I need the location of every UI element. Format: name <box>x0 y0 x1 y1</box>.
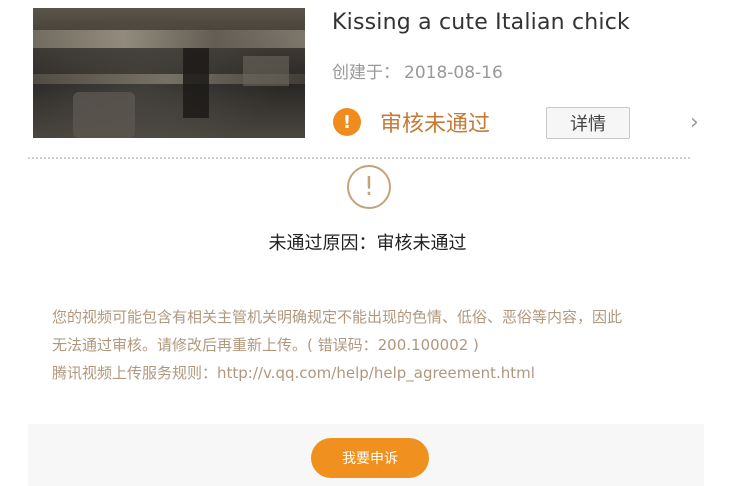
description-line: 无法通过审核。请修改后再重新上传。( 错误码：200.100002 ) <box>52 336 479 354</box>
exclamation-circle-icon: ! <box>333 108 361 136</box>
rules-link[interactable]: http://v.qq.com/help/help_agreement.html <box>217 364 535 382</box>
rules-label: 腾讯视频上传服务规则： <box>52 364 218 382</box>
video-title[interactable]: Kissing a cute Italian chick <box>332 10 630 35</box>
video-thumbnail[interactable] <box>33 8 305 138</box>
appeal-button[interactable]: 我要申诉 <box>311 438 429 478</box>
rejection-description: 您的视频可能包含有相关主管机关明确规定不能出现的色情、低俗、恶俗等内容，因此 无… <box>52 303 702 387</box>
details-button[interactable]: 详情 <box>546 107 630 139</box>
thumbnail-detail <box>33 30 305 48</box>
rejection-reason: 未通过原因：审核未通过 <box>0 229 735 255</box>
created-info: 创建于： 2018-08-16 <box>332 58 503 83</box>
rules-line: 腾讯视频上传服务规则：http://v.qq.com/help/help_agr… <box>52 359 702 387</box>
chevron-right-icon[interactable]: › <box>690 110 699 135</box>
reason-value: 审核未通过 <box>376 233 467 254</box>
created-label: 创建于： <box>332 63 400 83</box>
warning-circle-icon: ! <box>347 165 391 209</box>
description-line: 您的视频可能包含有相关主管机关明确规定不能出现的色情、低俗、恶俗等内容，因此 <box>52 308 623 326</box>
reason-label: 未通过原因： <box>268 233 377 254</box>
thumbnail-detail <box>243 56 289 86</box>
review-status-text: 审核未通过 <box>380 112 491 137</box>
thumbnail-detail <box>73 92 135 138</box>
dotted-divider <box>28 157 690 159</box>
created-date: 2018-08-16 <box>404 63 503 83</box>
thumbnail-detail <box>183 48 209 118</box>
